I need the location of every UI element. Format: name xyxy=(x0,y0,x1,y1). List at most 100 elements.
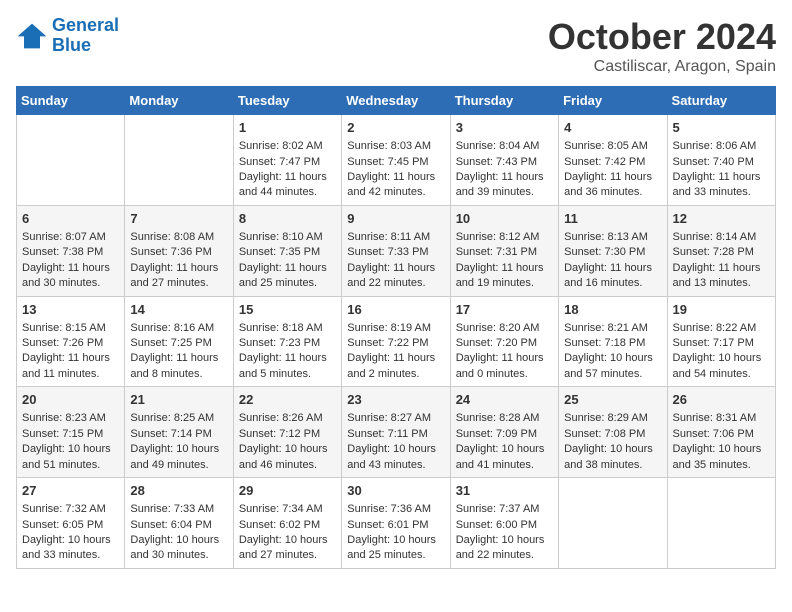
day-number: 26 xyxy=(673,391,770,409)
day-info-line: Sunset: 7:40 PM xyxy=(673,155,770,170)
day-number: 21 xyxy=(130,391,227,409)
calendar-cell: 7Sunrise: 8:08 AMSunset: 7:36 PMDaylight… xyxy=(125,205,233,296)
day-info-line: Daylight: 10 hours and 33 minutes. xyxy=(22,533,119,564)
day-info-line: Daylight: 11 hours and 11 minutes. xyxy=(22,351,119,382)
day-info-line: Sunset: 7:14 PM xyxy=(130,427,227,442)
day-number: 22 xyxy=(239,391,336,409)
day-number: 27 xyxy=(22,482,119,500)
day-info-line: Sunset: 6:05 PM xyxy=(22,518,119,533)
day-number: 18 xyxy=(564,301,661,319)
day-info-line: Sunset: 7:17 PM xyxy=(673,336,770,351)
day-info-line: Daylight: 11 hours and 22 minutes. xyxy=(347,261,444,292)
day-info-line: Sunset: 7:11 PM xyxy=(347,427,444,442)
day-number: 30 xyxy=(347,482,444,500)
day-info-line: Sunrise: 8:12 AM xyxy=(456,230,553,245)
day-info-line: Daylight: 10 hours and 57 minutes. xyxy=(564,351,661,382)
calendar-cell: 10Sunrise: 8:12 AMSunset: 7:31 PMDayligh… xyxy=(450,205,558,296)
calendar-cell: 24Sunrise: 8:28 AMSunset: 7:09 PMDayligh… xyxy=(450,387,558,478)
day-info-line: Daylight: 11 hours and 19 minutes. xyxy=(456,261,553,292)
day-info-line: Sunrise: 7:32 AM xyxy=(22,502,119,517)
day-info-line: Sunrise: 7:33 AM xyxy=(130,502,227,517)
calendar-cell: 18Sunrise: 8:21 AMSunset: 7:18 PMDayligh… xyxy=(559,296,667,387)
calendar-cell: 5Sunrise: 8:06 AMSunset: 7:40 PMDaylight… xyxy=(667,115,775,206)
day-info-line: Sunset: 7:09 PM xyxy=(456,427,553,442)
day-info-line: Sunrise: 8:29 AM xyxy=(564,411,661,426)
day-number: 1 xyxy=(239,119,336,137)
calendar-cell: 27 Sunrise: 7:32 AMSunset: 6:05 PMDayligh… xyxy=(17,478,125,569)
day-number: 25 xyxy=(564,391,661,409)
day-info-line: Sunset: 7:43 PM xyxy=(456,155,553,170)
calendar-header: SundayMondayTuesdayWednesdayThursdayFrid… xyxy=(17,87,776,115)
day-info-line: Sunrise: 8:07 AM xyxy=(22,230,119,245)
day-info-line: Daylight: 11 hours and 36 minutes. xyxy=(564,170,661,201)
day-number: 23 xyxy=(347,391,444,409)
day-info-line: Daylight: 11 hours and 5 minutes. xyxy=(239,351,336,382)
day-info-line: Daylight: 11 hours and 2 minutes. xyxy=(347,351,444,382)
header-day-tuesday: Tuesday xyxy=(233,87,341,115)
day-info-line: Sunset: 7:28 PM xyxy=(673,245,770,260)
logo-line1: General xyxy=(52,15,119,35)
day-number: 11 xyxy=(564,210,661,228)
calendar-cell: 12 Sunrise: 8:14 AMSunset: 7:28 PMDayligh… xyxy=(667,205,775,296)
calendar-cell: 29Sunrise: 7:34 AMSunset: 6:02 PMDayligh… xyxy=(233,478,341,569)
day-info-line: Sunset: 7:20 PM xyxy=(456,336,553,351)
week-row-2: 6Sunrise: 8:07 AMSunset: 7:38 PMDaylight… xyxy=(17,205,776,296)
calendar-cell: 16Sunrise: 8:19 AMSunset: 7:22 PMDayligh… xyxy=(342,296,450,387)
calendar-cell: 8Sunrise: 8:10 AMSunset: 7:35 PMDaylight… xyxy=(233,205,341,296)
header-day-friday: Friday xyxy=(559,87,667,115)
day-info-line: Sunrise: 8:03 AM xyxy=(347,139,444,154)
calendar-cell xyxy=(667,478,775,569)
day-info-line: Sunrise: 8:20 AM xyxy=(456,321,553,336)
day-info-line: Daylight: 10 hours and 46 minutes. xyxy=(239,442,336,473)
day-number: 2 xyxy=(347,119,444,137)
day-number: 10 xyxy=(456,210,553,228)
week-row-1: 1Sunrise: 8:02 AMSunset: 7:47 PMDaylight… xyxy=(17,115,776,206)
calendar-cell: 19Sunrise: 8:22 AMSunset: 7:17 PMDayligh… xyxy=(667,296,775,387)
day-info-line: Sunrise: 8:10 AM xyxy=(239,230,336,245)
day-info-line: Sunrise: 8:22 AM xyxy=(673,321,770,336)
calendar-cell: 17Sunrise: 8:20 AMSunset: 7:20 PMDayligh… xyxy=(450,296,558,387)
day-info-line: Sunset: 7:38 PM xyxy=(22,245,119,260)
day-info-line: Daylight: 10 hours and 54 minutes. xyxy=(673,351,770,382)
day-info-line: Sunset: 7:42 PM xyxy=(564,155,661,170)
day-info-line: Sunset: 7:26 PM xyxy=(22,336,119,351)
day-number: 28 xyxy=(130,482,227,500)
location-title: Castiliscar, Aragon, Spain xyxy=(548,58,776,76)
day-info-line: Sunrise: 8:14 AM xyxy=(673,230,770,245)
day-info-line: Sunset: 7:12 PM xyxy=(239,427,336,442)
header-day-wednesday: Wednesday xyxy=(342,87,450,115)
calendar-cell: 13 Sunrise: 8:15 AMSunset: 7:26 PMDayligh… xyxy=(17,296,125,387)
calendar-cell: 15Sunrise: 8:18 AMSunset: 7:23 PMDayligh… xyxy=(233,296,341,387)
day-number: 12 xyxy=(673,210,770,228)
calendar-cell: 2Sunrise: 8:03 AMSunset: 7:45 PMDaylight… xyxy=(342,115,450,206)
day-number: 13 xyxy=(22,301,119,319)
day-info-line: Daylight: 10 hours and 30 minutes. xyxy=(130,533,227,564)
day-info-line: Daylight: 10 hours and 22 minutes. xyxy=(456,533,553,564)
day-info-line: Daylight: 11 hours and 25 minutes. xyxy=(239,261,336,292)
day-info-line: Daylight: 10 hours and 41 minutes. xyxy=(456,442,553,473)
logo-icon xyxy=(16,22,48,50)
day-info-line: Sunset: 7:15 PM xyxy=(22,427,119,442)
day-number: 15 xyxy=(239,301,336,319)
day-info-line: Daylight: 10 hours and 49 minutes. xyxy=(130,442,227,473)
header-day-saturday: Saturday xyxy=(667,87,775,115)
day-info-line: Sunrise: 8:15 AM xyxy=(22,321,119,336)
day-info-line: Sunrise: 8:16 AM xyxy=(130,321,227,336)
day-info-line: Sunset: 7:33 PM xyxy=(347,245,444,260)
day-info-line: Sunset: 7:30 PM xyxy=(564,245,661,260)
calendar-cell: 31Sunrise: 7:37 AMSunset: 6:00 PMDayligh… xyxy=(450,478,558,569)
day-info-line: Sunrise: 8:27 AM xyxy=(347,411,444,426)
calendar-cell: 26Sunrise: 8:31 AMSunset: 7:06 PMDayligh… xyxy=(667,387,775,478)
day-number: 3 xyxy=(456,119,553,137)
day-info-line: Sunset: 7:35 PM xyxy=(239,245,336,260)
day-info-line: Daylight: 11 hours and 13 minutes. xyxy=(673,261,770,292)
calendar-cell: 11Sunrise: 8:13 AMSunset: 7:30 PMDayligh… xyxy=(559,205,667,296)
day-info-line: Sunset: 7:47 PM xyxy=(239,155,336,170)
calendar-cell xyxy=(559,478,667,569)
day-info-line: Sunset: 7:18 PM xyxy=(564,336,661,351)
calendar-cell: 23Sunrise: 8:27 AMSunset: 7:11 PMDayligh… xyxy=(342,387,450,478)
day-info-line: Sunrise: 7:34 AM xyxy=(239,502,336,517)
day-info-line: Daylight: 11 hours and 8 minutes. xyxy=(130,351,227,382)
day-info-line: Sunset: 7:36 PM xyxy=(130,245,227,260)
day-info-line: Daylight: 10 hours and 51 minutes. xyxy=(22,442,119,473)
